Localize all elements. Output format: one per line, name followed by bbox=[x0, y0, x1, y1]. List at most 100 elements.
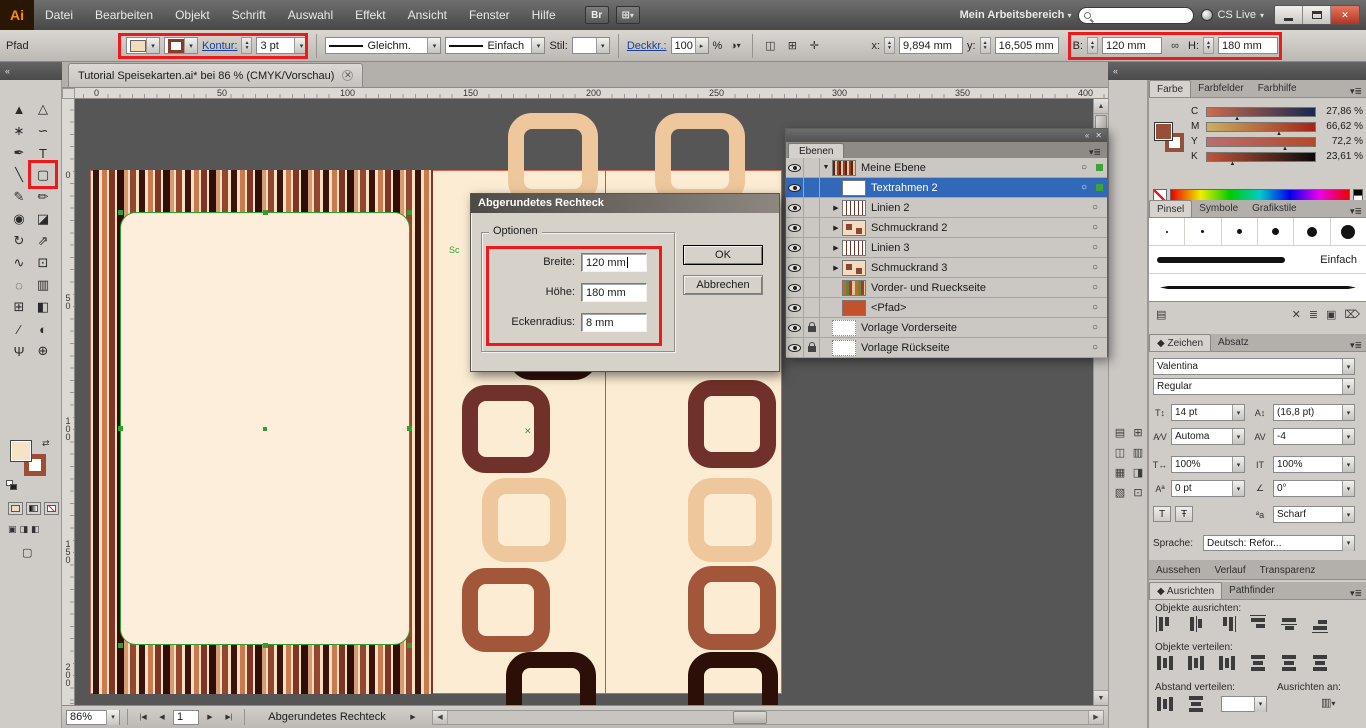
close-tab-icon[interactable]: ✕ bbox=[342, 70, 353, 81]
menu-effekt[interactable]: Effekt bbox=[344, 0, 396, 30]
visibility-toggle[interactable] bbox=[786, 298, 804, 317]
panel-menu-icon[interactable]: ▾≣ bbox=[1345, 206, 1366, 217]
reference-point-icon[interactable]: ✛ bbox=[805, 37, 823, 54]
scroll-up-icon[interactable]: ▲ bbox=[1094, 99, 1108, 114]
distribute-vcenter-button[interactable] bbox=[1186, 655, 1206, 671]
center-point[interactable] bbox=[263, 427, 267, 431]
menu-fenster[interactable]: Fenster bbox=[458, 0, 521, 30]
stroke-weight-stepper[interactable]: ▲▼ bbox=[241, 37, 252, 54]
calligraphic-brush[interactable] bbox=[1222, 218, 1258, 245]
calligraphic-brush[interactable] bbox=[1294, 218, 1330, 245]
pattern-square[interactable] bbox=[688, 380, 776, 468]
visibility-toggle[interactable] bbox=[786, 318, 804, 337]
vertical-ruler[interactable]: 050100150200 bbox=[62, 99, 75, 705]
hand-tool[interactable]: Ψ bbox=[7, 340, 31, 362]
type-tool[interactable]: T bbox=[31, 142, 55, 164]
status-options-icon[interactable]: ▶ bbox=[405, 710, 421, 725]
calligraphic-brush[interactable] bbox=[1331, 218, 1366, 245]
tab-pathfinder[interactable]: Pathfinder bbox=[1222, 582, 1282, 599]
expander-icon[interactable]: ▶ bbox=[830, 224, 842, 232]
recolor-artwork-icon[interactable]: ◫ bbox=[761, 37, 779, 54]
pattern-square[interactable] bbox=[462, 385, 550, 473]
layer-row[interactable]: Vorder- und Rueckseite○ bbox=[786, 278, 1107, 298]
style-dropdown[interactable]: ▾ bbox=[572, 37, 610, 54]
lock-toggle[interactable] bbox=[804, 258, 820, 277]
stroke-color-dropdown[interactable]: ▾ bbox=[164, 37, 198, 54]
cs-live-button[interactable]: CS Live ▾ bbox=[1201, 9, 1264, 21]
horizontal-scrollbar[interactable]: ◀ ▶ bbox=[432, 710, 1104, 725]
magic-wand-tool[interactable]: ∗ bbox=[7, 120, 31, 142]
tracking-dropdown[interactable]: -4▾ bbox=[1273, 428, 1355, 445]
height-input[interactable]: 180 mm bbox=[581, 283, 647, 302]
screen-mode-button[interactable]: ▢ bbox=[22, 546, 32, 559]
tab-zeichen[interactable]: ◆ Zeichen bbox=[1149, 334, 1211, 351]
width-tool[interactable]: ∿ bbox=[7, 252, 31, 274]
target-circle-icon[interactable]: ○ bbox=[1087, 242, 1103, 253]
channel-slider[interactable]: ▲ bbox=[1206, 107, 1316, 117]
delete-brush-icon[interactable]: ⌦ bbox=[1344, 308, 1360, 321]
horizontal-scale-dropdown[interactable]: 100%▾ bbox=[1171, 456, 1245, 473]
direct-selection-tool[interactable]: △ bbox=[31, 98, 55, 120]
tab-absatz[interactable]: Absatz bbox=[1211, 334, 1256, 351]
tab-farbhilfe[interactable]: Farbhilfe bbox=[1251, 80, 1304, 97]
paintbrush-tool[interactable]: ✎ bbox=[7, 186, 31, 208]
opacity-dropdown[interactable]: 100▸ bbox=[671, 37, 709, 54]
fill-color-dropdown[interactable]: ▾ bbox=[126, 37, 160, 54]
tab-pinsel[interactable]: Pinsel bbox=[1149, 200, 1192, 217]
close-panel-icon[interactable]: ✕ bbox=[1095, 131, 1102, 140]
spacing-value-dropdown[interactable]: ▾ bbox=[1221, 696, 1267, 712]
none-mode-button[interactable] bbox=[44, 502, 59, 515]
layer-row[interactable]: ▶Schmuckrand 3○ bbox=[786, 258, 1107, 278]
font-family-dropdown[interactable]: Valentina▾ bbox=[1153, 358, 1355, 375]
scroll-down-icon[interactable]: ▼ bbox=[1094, 690, 1108, 705]
expander-icon[interactable]: ▶ bbox=[830, 264, 842, 272]
anti-aliasing-dropdown[interactable]: Scharf▾ bbox=[1273, 506, 1355, 523]
opacity-panel-link[interactable]: Deckkr.: bbox=[627, 40, 667, 52]
zoom-dropdown[interactable]: 86%▾ bbox=[66, 710, 120, 725]
vertical-scale-dropdown[interactable]: 100%▾ bbox=[1273, 456, 1355, 473]
close-button[interactable]: ✕ bbox=[1331, 6, 1359, 24]
target-circle-icon[interactable]: ○ bbox=[1087, 322, 1103, 333]
horizontal-ruler[interactable]: 050100150200250300350400 bbox=[75, 88, 1108, 99]
lock-toggle[interactable] bbox=[804, 218, 820, 237]
stroke-panel-link[interactable]: Kontur: bbox=[202, 40, 237, 52]
search-input[interactable] bbox=[1078, 7, 1194, 24]
line-tool[interactable]: ╲ bbox=[7, 164, 31, 186]
align-vcenter-button[interactable] bbox=[1281, 614, 1297, 634]
target-circle-icon[interactable]: ○ bbox=[1087, 262, 1103, 273]
layer-row[interactable]: ▶Linien 3○ bbox=[786, 238, 1107, 258]
transform-grid-icon[interactable]: ⊞ bbox=[783, 37, 801, 54]
tab-ausrichten[interactable]: ◆ Ausrichten bbox=[1149, 582, 1222, 599]
collapsed-panel-icon[interactable]: ▧ bbox=[1111, 482, 1129, 502]
brush-definition-dropdown[interactable]: Einfach▾ bbox=[445, 37, 545, 54]
pattern-square[interactable] bbox=[482, 478, 566, 562]
last-page-icon[interactable]: ▶| bbox=[221, 710, 237, 725]
pattern-square[interactable] bbox=[655, 113, 745, 205]
collapsed-panel-icon[interactable]: ▦ bbox=[1111, 462, 1129, 482]
bridge-button[interactable]: Br bbox=[585, 6, 609, 24]
eraser-tool[interactable]: ◪ bbox=[31, 208, 55, 230]
basic-brush-label[interactable]: Einfach bbox=[1320, 254, 1366, 266]
rectangle-tool[interactable]: ▢ bbox=[31, 164, 55, 186]
vertical-space-button[interactable] bbox=[1155, 696, 1175, 712]
lock-toggle[interactable] bbox=[804, 238, 820, 257]
align-hcenter-button[interactable] bbox=[1186, 616, 1206, 632]
scroll-left-icon[interactable]: ◀ bbox=[433, 711, 448, 724]
tab-farbe[interactable]: Farbe bbox=[1149, 80, 1191, 97]
menu-auswahl[interactable]: Auswahl bbox=[277, 0, 344, 30]
pattern-square[interactable] bbox=[688, 652, 778, 705]
distribute-left-button[interactable] bbox=[1250, 653, 1266, 673]
panel-menu-icon[interactable]: ▾≣ bbox=[1345, 86, 1366, 97]
y-stepper[interactable]: ▲▼ bbox=[980, 37, 991, 54]
panel-menu-icon[interactable]: ▾≣ bbox=[1345, 588, 1366, 599]
lock-toggle[interactable] bbox=[804, 338, 820, 357]
anchor-point[interactable] bbox=[118, 426, 123, 431]
target-circle-icon[interactable]: ○ bbox=[1087, 222, 1103, 233]
illustrator-logo-icon[interactable]: Ai bbox=[0, 0, 34, 30]
zoom-tool[interactable]: ⊕ bbox=[31, 340, 55, 362]
brush-options-icon[interactable]: ≣ bbox=[1309, 308, 1318, 321]
width-stepper[interactable]: ▲▼ bbox=[1087, 37, 1098, 54]
draw-normal-icon[interactable]: ▣ bbox=[8, 524, 17, 535]
width-field[interactable]: 120 mm bbox=[1102, 37, 1162, 54]
tab-verlauf[interactable]: Verlauf bbox=[1207, 562, 1252, 579]
